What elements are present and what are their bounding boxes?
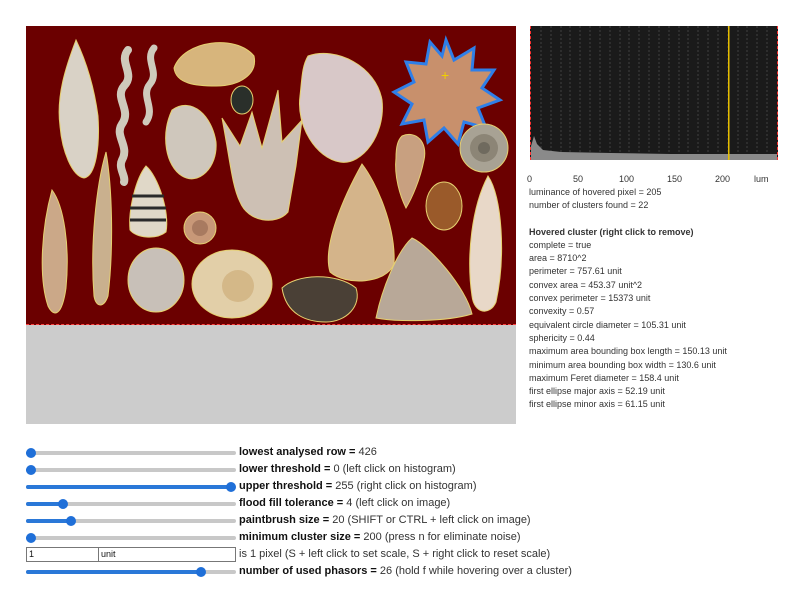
hover-cross-icon: + xyxy=(441,67,449,83)
min-cluster-value: 200 xyxy=(363,531,382,543)
shell-19 xyxy=(127,247,185,313)
perimeter-value: perimeter = 757.61 unit xyxy=(529,266,622,277)
lowest-row-slider[interactable] xyxy=(26,448,236,458)
shell-illustration: + xyxy=(41,35,509,323)
convex-perimeter-value: convex perimeter = 15373 unit xyxy=(529,293,651,304)
unit-input[interactable]: unit xyxy=(98,547,236,562)
ellipse-major-value: first ellipse major axis = 52.19 unit xyxy=(529,386,665,397)
upper-threshold-slider[interactable] xyxy=(26,482,236,492)
histogram-curve xyxy=(531,136,777,160)
lower-threshold-control: lower threshold = 0 (left click on histo… xyxy=(26,461,746,478)
paintbrush-control: paintbrush size = 20 (SHIFT or CTRL + le… xyxy=(26,512,746,529)
shell-21 xyxy=(281,276,358,323)
slider-thumb[interactable] xyxy=(196,567,206,577)
min-cluster-control: minimum cluster size = 200 (press n for … xyxy=(26,529,746,546)
paintbrush-slider[interactable] xyxy=(26,516,236,526)
shell-8 xyxy=(165,104,217,180)
info-panel: luminance of hovered pixel = 205 number … xyxy=(529,186,789,412)
slider-thumb[interactable] xyxy=(66,516,76,526)
image-viewer[interactable]: + xyxy=(26,26,516,424)
scale-control: 1 unit is 1 pixel (S + left click to set… xyxy=(26,546,746,563)
shell-16 xyxy=(327,163,395,282)
shell-1 xyxy=(58,38,99,179)
flood-fill-control: flood fill tolerance = 4 (left click on … xyxy=(26,495,746,512)
slider-thumb[interactable] xyxy=(26,533,36,543)
upper-threshold-control: upper threshold = 255 (right click on hi… xyxy=(26,478,746,495)
shell-image[interactable]: + xyxy=(26,26,516,325)
ellipse-minor-value: first ellipse minor axis = 61.15 unit xyxy=(529,399,665,410)
shell-2 xyxy=(115,46,133,186)
paintbrush-label: paintbrush size = xyxy=(239,514,333,526)
flood-fill-slider[interactable] xyxy=(26,499,236,509)
phasors-value: 26 xyxy=(379,565,393,577)
shell-13 xyxy=(129,165,168,238)
min-bbox-width-value: minimum area bounding box width = 130.6 … xyxy=(529,359,716,370)
convex-area-value: convex area = 453.37 unit^2 xyxy=(529,279,643,290)
lower-threshold-label: lower threshold = xyxy=(239,463,334,475)
sphericity-value: sphericity = 0.44 xyxy=(529,332,595,343)
paintbrush-value: 20 xyxy=(332,514,345,526)
pixel-scale-input[interactable]: 1 xyxy=(26,547,100,562)
phasors-slider[interactable] xyxy=(26,567,236,577)
shell-14 xyxy=(41,188,68,314)
shell-5 xyxy=(230,85,254,115)
flood-fill-hint: (left click on image) xyxy=(352,497,451,509)
convexity-value: convexity = 0.57 xyxy=(529,306,595,317)
histogram-tick-label: 150 xyxy=(667,174,683,184)
paintbrush-hint: (SHIFT or CTRL + left click on image) xyxy=(344,514,531,526)
shell-4 xyxy=(173,42,256,87)
shell-12 xyxy=(92,151,113,306)
min-cluster-label: minimum cluster size = xyxy=(239,531,364,543)
shell-17 xyxy=(425,181,463,231)
shell-11 xyxy=(395,134,426,210)
max-feret-value: maximum Feret diameter = 158.4 unit xyxy=(529,372,679,383)
phasors-hint: (hold f while hovering over a cluster) xyxy=(392,565,572,577)
histogram-tick-label: 100 xyxy=(619,174,635,184)
equivalent-diameter-value: equivalent circle diameter = 105.31 unit xyxy=(529,319,686,330)
lowest-row-control: lowest analysed row = 426 xyxy=(26,444,746,461)
area-value: area = 8710^2 xyxy=(529,253,587,264)
shell-6 xyxy=(299,52,383,163)
hovered-cluster-heading: Hovered cluster (right click to remove) xyxy=(529,226,694,237)
upper-threshold-value: 255 xyxy=(335,480,354,492)
scale-hint: is 1 pixel (S + left click to set scale,… xyxy=(239,548,551,560)
flood-fill-label: flood fill tolerance = xyxy=(239,497,347,509)
clusters-count: number of clusters found = 22 xyxy=(529,200,649,211)
complete-value: complete = true xyxy=(529,239,592,250)
lowest-row-value: 426 xyxy=(358,446,377,458)
phasors-control: number of used phasors = 26 (hold f whil… xyxy=(26,563,746,580)
lower-threshold-hint: (left click on histogram) xyxy=(339,463,456,475)
min-cluster-hint: (press n for eliminate noise) xyxy=(381,531,521,543)
histogram-tick-label: 200 xyxy=(715,174,731,184)
histogram-unit-label: lum xyxy=(754,174,769,184)
slider-thumb[interactable] xyxy=(26,448,36,458)
shell-18 xyxy=(469,175,502,312)
lower-threshold-slider[interactable] xyxy=(26,465,236,475)
slider-thumb[interactable] xyxy=(58,499,68,509)
phasors-label: number of used phasors = xyxy=(239,565,380,577)
slider-thumb[interactable] xyxy=(26,465,36,475)
max-bbox-length-value: maximum area bounding box length = 150.1… xyxy=(529,346,727,357)
luminance-histogram[interactable] xyxy=(530,26,778,160)
histogram-tick-label: 50 xyxy=(573,174,584,184)
shell-3 xyxy=(142,44,158,126)
lowest-row-label: lowest analysed row = xyxy=(239,446,359,458)
min-cluster-slider[interactable] xyxy=(26,533,236,543)
luminance-readout: luminance of hovered pixel = 205 xyxy=(529,187,662,197)
upper-threshold-hint: (right click on histogram) xyxy=(353,480,477,492)
upper-threshold-label: upper threshold = xyxy=(239,480,336,492)
histogram-plot xyxy=(531,26,777,160)
slider-thumb[interactable] xyxy=(226,482,236,492)
histogram-tick-label: 0 xyxy=(527,174,533,184)
